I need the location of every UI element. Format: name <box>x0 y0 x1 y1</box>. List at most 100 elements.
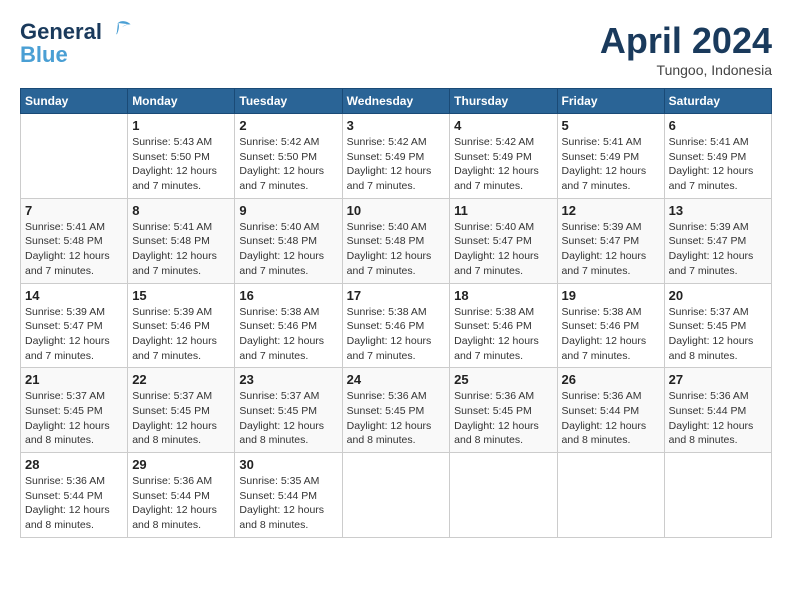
day-number: 29 <box>132 457 230 472</box>
calendar-cell: 28 Sunrise: 5:36 AM Sunset: 5:44 PM Dayli… <box>21 453 128 538</box>
day-info: Sunrise: 5:41 AM Sunset: 5:49 PM Dayligh… <box>562 135 660 194</box>
day-info: Sunrise: 5:37 AM Sunset: 5:45 PM Dayligh… <box>25 389 123 448</box>
header-row: SundayMondayTuesdayWednesdayThursdayFrid… <box>21 89 772 114</box>
calendar-cell: 15 Sunrise: 5:39 AM Sunset: 5:46 PM Dayli… <box>128 283 235 368</box>
header-day-tuesday: Tuesday <box>235 89 342 114</box>
calendar-cell: 10 Sunrise: 5:40 AM Sunset: 5:48 PM Dayli… <box>342 198 450 283</box>
day-info: Sunrise: 5:43 AM Sunset: 5:50 PM Dayligh… <box>132 135 230 194</box>
calendar-cell: 24 Sunrise: 5:36 AM Sunset: 5:45 PM Dayli… <box>342 368 450 453</box>
day-number: 23 <box>239 372 337 387</box>
day-number: 6 <box>669 118 767 133</box>
day-info: Sunrise: 5:39 AM Sunset: 5:47 PM Dayligh… <box>25 305 123 364</box>
page-header: General Blue April 2024 Tungoo, Indonesi… <box>20 20 772 78</box>
day-info: Sunrise: 5:41 AM Sunset: 5:48 PM Dayligh… <box>25 220 123 279</box>
header-day-wednesday: Wednesday <box>342 89 450 114</box>
day-number: 11 <box>454 203 552 218</box>
day-number: 20 <box>669 288 767 303</box>
calendar-cell: 22Sunrise: 5:37 AM Sunset: 5:45 PM Dayli… <box>128 368 235 453</box>
week-row-1: 1 Sunrise: 5:43 AM Sunset: 5:50 PM Daylig… <box>21 114 772 199</box>
day-number: 13 <box>669 203 767 218</box>
week-row-5: 28 Sunrise: 5:36 AM Sunset: 5:44 PM Dayli… <box>21 453 772 538</box>
logo-blue-text: Blue <box>20 44 68 66</box>
day-number: 28 <box>25 457 123 472</box>
calendar-cell: 21 Sunrise: 5:37 AM Sunset: 5:45 PM Dayli… <box>21 368 128 453</box>
calendar-cell: 11 Sunrise: 5:40 AM Sunset: 5:47 PM Dayli… <box>450 198 557 283</box>
day-number: 15 <box>132 288 230 303</box>
header-day-friday: Friday <box>557 89 664 114</box>
day-info: Sunrise: 5:35 AM Sunset: 5:44 PM Dayligh… <box>239 474 337 533</box>
calendar-cell: 16Sunrise: 5:38 AM Sunset: 5:46 PM Dayli… <box>235 283 342 368</box>
day-number: 30 <box>239 457 337 472</box>
week-row-3: 14Sunrise: 5:39 AM Sunset: 5:47 PM Dayli… <box>21 283 772 368</box>
day-number: 19 <box>562 288 660 303</box>
day-info: Sunrise: 5:39 AM Sunset: 5:47 PM Dayligh… <box>562 220 660 279</box>
calendar-cell: 3 Sunrise: 5:42 AM Sunset: 5:49 PM Daylig… <box>342 114 450 199</box>
day-info: Sunrise: 5:40 AM Sunset: 5:47 PM Dayligh… <box>454 220 552 279</box>
calendar-table: SundayMondayTuesdayWednesdayThursdayFrid… <box>20 88 772 538</box>
calendar-cell: 23 Sunrise: 5:37 AM Sunset: 5:45 PM Dayli… <box>235 368 342 453</box>
day-info: Sunrise: 5:38 AM Sunset: 5:46 PM Dayligh… <box>454 305 552 364</box>
day-info: Sunrise: 5:42 AM Sunset: 5:50 PM Dayligh… <box>239 135 337 194</box>
day-number: 10 <box>347 203 446 218</box>
calendar-cell: 9 Sunrise: 5:40 AM Sunset: 5:48 PM Daylig… <box>235 198 342 283</box>
day-info: Sunrise: 5:41 AM Sunset: 5:48 PM Dayligh… <box>132 220 230 279</box>
day-number: 4 <box>454 118 552 133</box>
calendar-cell: 26 Sunrise: 5:36 AM Sunset: 5:44 PM Dayli… <box>557 368 664 453</box>
day-number: 18 <box>454 288 552 303</box>
day-info: Sunrise: 5:39 AM Sunset: 5:46 PM Dayligh… <box>132 305 230 364</box>
day-info: Sunrise: 5:36 AM Sunset: 5:44 PM Dayligh… <box>562 389 660 448</box>
day-number: 2 <box>239 118 337 133</box>
header-day-monday: Monday <box>128 89 235 114</box>
day-info: Sunrise: 5:36 AM Sunset: 5:44 PM Dayligh… <box>669 389 767 448</box>
location: Tungoo, Indonesia <box>600 62 772 78</box>
calendar-cell: 25Sunrise: 5:36 AM Sunset: 5:45 PM Dayli… <box>450 368 557 453</box>
header-day-saturday: Saturday <box>664 89 771 114</box>
logo-bird-icon <box>104 16 132 44</box>
day-info: Sunrise: 5:36 AM Sunset: 5:44 PM Dayligh… <box>25 474 123 533</box>
day-info: Sunrise: 5:40 AM Sunset: 5:48 PM Dayligh… <box>347 220 446 279</box>
calendar-cell: 2 Sunrise: 5:42 AM Sunset: 5:50 PM Daylig… <box>235 114 342 199</box>
header-day-thursday: Thursday <box>450 89 557 114</box>
day-number: 21 <box>25 372 123 387</box>
title-block: April 2024 Tungoo, Indonesia <box>600 20 772 78</box>
day-number: 9 <box>239 203 337 218</box>
day-info: Sunrise: 5:42 AM Sunset: 5:49 PM Dayligh… <box>454 135 552 194</box>
logo: General Blue <box>20 20 132 66</box>
week-row-2: 7 Sunrise: 5:41 AM Sunset: 5:48 PM Daylig… <box>21 198 772 283</box>
calendar-cell: 17Sunrise: 5:38 AM Sunset: 5:46 PM Dayli… <box>342 283 450 368</box>
day-info: Sunrise: 5:36 AM Sunset: 5:45 PM Dayligh… <box>347 389 446 448</box>
day-info: Sunrise: 5:38 AM Sunset: 5:46 PM Dayligh… <box>347 305 446 364</box>
calendar-cell <box>664 453 771 538</box>
day-info: Sunrise: 5:36 AM Sunset: 5:44 PM Dayligh… <box>132 474 230 533</box>
day-number: 1 <box>132 118 230 133</box>
calendar-cell <box>450 453 557 538</box>
calendar-cell: 12Sunrise: 5:39 AM Sunset: 5:47 PM Dayli… <box>557 198 664 283</box>
day-info: Sunrise: 5:42 AM Sunset: 5:49 PM Dayligh… <box>347 135 446 194</box>
calendar-cell: 18 Sunrise: 5:38 AM Sunset: 5:46 PM Dayli… <box>450 283 557 368</box>
calendar-cell: 4 Sunrise: 5:42 AM Sunset: 5:49 PM Daylig… <box>450 114 557 199</box>
calendar-cell: 7 Sunrise: 5:41 AM Sunset: 5:48 PM Daylig… <box>21 198 128 283</box>
calendar-cell: 5Sunrise: 5:41 AM Sunset: 5:49 PM Daylig… <box>557 114 664 199</box>
day-number: 24 <box>347 372 446 387</box>
day-info: Sunrise: 5:37 AM Sunset: 5:45 PM Dayligh… <box>239 389 337 448</box>
day-number: 27 <box>669 372 767 387</box>
week-row-4: 21 Sunrise: 5:37 AM Sunset: 5:45 PM Dayli… <box>21 368 772 453</box>
day-number: 7 <box>25 203 123 218</box>
calendar-cell: 27 Sunrise: 5:36 AM Sunset: 5:44 PM Dayli… <box>664 368 771 453</box>
day-info: Sunrise: 5:39 AM Sunset: 5:47 PM Dayligh… <box>669 220 767 279</box>
day-info: Sunrise: 5:40 AM Sunset: 5:48 PM Dayligh… <box>239 220 337 279</box>
calendar-cell: 29 Sunrise: 5:36 AM Sunset: 5:44 PM Dayli… <box>128 453 235 538</box>
day-info: Sunrise: 5:36 AM Sunset: 5:45 PM Dayligh… <box>454 389 552 448</box>
calendar-header: SundayMondayTuesdayWednesdayThursdayFrid… <box>21 89 772 114</box>
day-info: Sunrise: 5:38 AM Sunset: 5:46 PM Dayligh… <box>562 305 660 364</box>
calendar-cell <box>557 453 664 538</box>
calendar-cell: 1 Sunrise: 5:43 AM Sunset: 5:50 PM Daylig… <box>128 114 235 199</box>
day-number: 16 <box>239 288 337 303</box>
day-number: 26 <box>562 372 660 387</box>
calendar-cell: 30 Sunrise: 5:35 AM Sunset: 5:44 PM Dayli… <box>235 453 342 538</box>
day-info: Sunrise: 5:37 AM Sunset: 5:45 PM Dayligh… <box>669 305 767 364</box>
calendar-cell: 19 Sunrise: 5:38 AM Sunset: 5:46 PM Dayli… <box>557 283 664 368</box>
day-number: 3 <box>347 118 446 133</box>
day-info: Sunrise: 5:37 AM Sunset: 5:45 PM Dayligh… <box>132 389 230 448</box>
calendar-cell: 20 Sunrise: 5:37 AM Sunset: 5:45 PM Dayli… <box>664 283 771 368</box>
